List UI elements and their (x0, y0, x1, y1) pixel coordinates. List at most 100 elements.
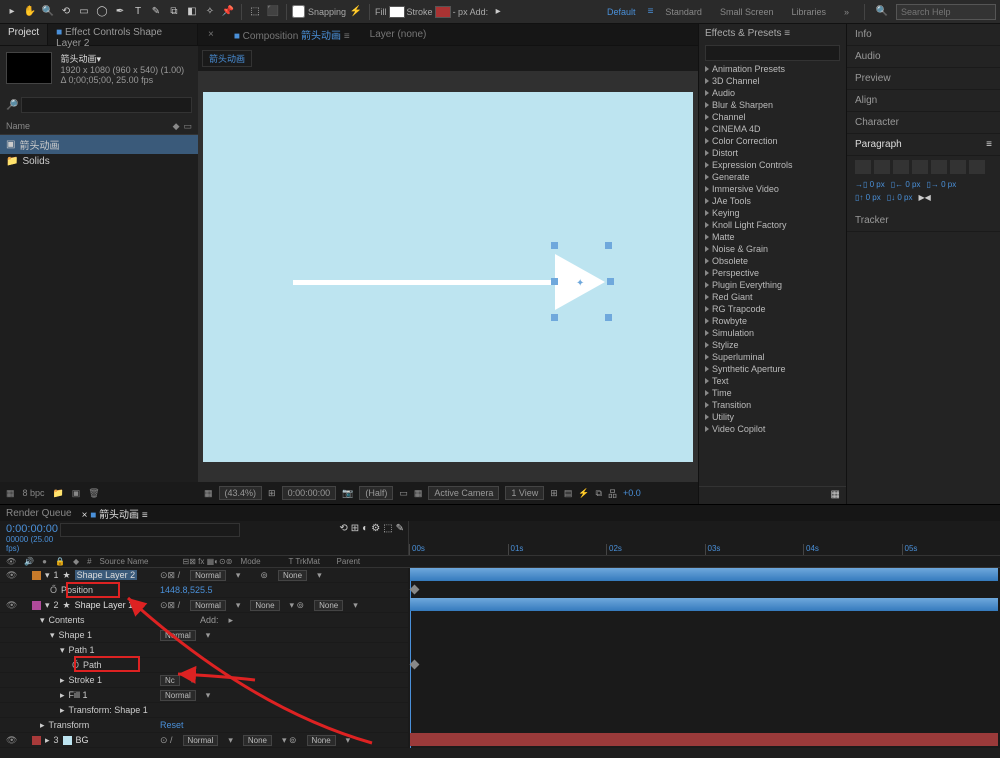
effects-category[interactable]: Immersive Video (699, 183, 846, 195)
path1-row[interactable]: ▾ Path 1 (0, 643, 408, 658)
panel-tracker[interactable]: Tracker (847, 210, 1000, 232)
shape1-row[interactable]: ▾ Shape 1 Normal▾ (0, 628, 408, 643)
orbit-tool-icon[interactable]: ⟲ (58, 4, 74, 20)
effects-category[interactable]: 3D Channel (699, 75, 846, 87)
fill1-row[interactable]: ▸ Fill 1 Normal▾ (0, 688, 408, 703)
col-source[interactable]: Source Name (100, 557, 175, 566)
comp-thumbnail[interactable] (6, 52, 52, 84)
effects-category[interactable]: Time (699, 387, 846, 399)
comp-breadcrumb[interactable]: 箭头动画 (202, 50, 252, 67)
align-center-icon[interactable] (874, 160, 890, 174)
interpret-icon[interactable]: ▦ (6, 488, 15, 499)
prop-position-row[interactable]: Ő Position 1448.8,525.5 (0, 583, 408, 598)
effects-category[interactable]: Obsolete (699, 255, 846, 267)
align-right-icon[interactable] (893, 160, 909, 174)
workspace-more[interactable]: » (838, 5, 855, 19)
transparency-icon[interactable]: ▦ (414, 488, 423, 499)
effects-category[interactable]: Red Giant (699, 291, 846, 303)
tl-tool-6[interactable]: ✎ (396, 523, 404, 534)
timeline-icon[interactable]: ⧉ (596, 488, 602, 499)
position-value[interactable]: 1448.8,525.5 (160, 585, 213, 595)
view-layout-icon[interactable]: ⊞ (550, 488, 558, 499)
panel-info[interactable]: Info (847, 24, 1000, 46)
effects-category[interactable]: Animation Presets (699, 63, 846, 75)
layer-bar-2[interactable] (410, 598, 998, 611)
col-eye-icon[interactable]: 👁 (6, 557, 16, 566)
effects-category[interactable]: Generate (699, 171, 846, 183)
bpc-button[interactable]: 8 bpc (23, 488, 45, 498)
effects-category[interactable]: Color Correction (699, 135, 846, 147)
snapping-checkbox[interactable]: Snapping (292, 5, 346, 18)
layer-bar-3[interactable] (410, 733, 998, 746)
effects-category[interactable]: CINEMA 4D (699, 123, 846, 135)
timeline-graph[interactable] (408, 568, 1000, 748)
col-trkmat[interactable]: T TrkMat (289, 557, 329, 566)
axis-local-icon[interactable]: ⬚ (247, 4, 263, 20)
tab-fx[interactable]: × (202, 27, 220, 42)
tab-composition-label[interactable]: ■ Composition 箭头动画 ≡ (228, 25, 356, 44)
panel-character[interactable]: Character (847, 112, 1000, 134)
keyframe-position[interactable] (410, 585, 420, 595)
tl-tool-1[interactable]: ⟲ (339, 523, 347, 534)
camera-dropdown[interactable]: Active Camera (428, 486, 499, 500)
handle-tl[interactable] (551, 242, 558, 249)
time-ruler[interactable]: 00s01s02s03s04s05s (408, 521, 1000, 555)
composition-canvas[interactable]: ✦ (203, 92, 693, 462)
text-direction-icon[interactable]: ▶◀ (919, 193, 931, 202)
handle-ml[interactable] (551, 278, 558, 285)
tab-render-queue[interactable]: Render Queue (6, 508, 72, 519)
effects-category[interactable]: Utility (699, 411, 846, 423)
col-lock-icon[interactable]: 🔒 (55, 557, 65, 566)
timecode-display[interactable]: 0:00:00:00 (282, 486, 337, 500)
playhead[interactable] (410, 568, 411, 748)
snap-option-icon[interactable]: ⚡ (348, 4, 364, 20)
effects-category[interactable]: Simulation (699, 327, 846, 339)
transform-row[interactable]: ▸ Transform Reset (0, 718, 408, 733)
effects-category[interactable]: Noise & Grain (699, 243, 846, 255)
col-name[interactable]: Name (6, 121, 30, 132)
add-menu-icon[interactable]: ▸ (490, 4, 506, 20)
roto-tool-icon[interactable]: ✧ (202, 4, 218, 20)
add-label[interactable]: Add: (470, 7, 489, 17)
col-audio-icon[interactable]: 🔊 (24, 557, 34, 566)
viewer[interactable]: ✦ (198, 71, 698, 482)
effects-category[interactable]: JAe Tools (699, 195, 846, 207)
effects-category[interactable]: Keying (699, 207, 846, 219)
effects-category[interactable]: Blur & Sharpen (699, 99, 846, 111)
panel-paragraph[interactable]: Paragraph≡ (847, 134, 1000, 156)
aspect-icon[interactable]: ⊞ (268, 488, 276, 499)
panel-align[interactable]: Align (847, 90, 1000, 112)
tab-timeline-comp[interactable]: × ■ 箭头动画 ≡ (82, 506, 148, 521)
workspace-default[interactable]: Default (601, 5, 642, 19)
space-after[interactable]: ▯↓ 0 px (887, 193, 913, 202)
timeline-search-input[interactable] (60, 523, 240, 537)
effects-category[interactable]: Audio (699, 87, 846, 99)
effects-category[interactable]: Transition (699, 399, 846, 411)
justify-center-icon[interactable] (931, 160, 947, 174)
effects-category[interactable]: Text (699, 375, 846, 387)
align-left-icon[interactable] (855, 160, 871, 174)
col-icon2[interactable]: ▭ (183, 121, 192, 132)
tl-tool-3[interactable]: ◐ (362, 523, 368, 534)
contents-row[interactable]: ▾ Contents Add: ▸ (0, 613, 408, 628)
stroke-swatch[interactable] (435, 6, 451, 18)
tab-effect-controls[interactable]: ■ Effect Controls Shape Layer 2 (48, 24, 198, 45)
indent-left[interactable]: →▯ 0 px (855, 180, 885, 189)
handle-bl[interactable] (551, 314, 558, 321)
effects-category[interactable]: RG Trapcode (699, 303, 846, 315)
prop-path-row[interactable]: Ő Path (0, 658, 408, 673)
fast-preview-icon[interactable]: ⚡ (578, 488, 589, 499)
effects-category[interactable]: Expression Controls (699, 159, 846, 171)
pixel-aspect-icon[interactable]: ▤ (564, 488, 573, 499)
panel-audio[interactable]: Audio (847, 46, 1000, 68)
fill-swatch[interactable] (389, 6, 405, 18)
indent-right[interactable]: ▯→ 0 px (927, 180, 957, 189)
project-item-folder[interactable]: 📁 Solids (0, 154, 198, 169)
effects-category[interactable]: Superluminal (699, 351, 846, 363)
zoom-tool-icon[interactable]: 🔍 (40, 4, 56, 20)
handle-tr[interactable] (605, 242, 612, 249)
clone-tool-icon[interactable]: ⧉ (166, 4, 182, 20)
rectangle-tool-icon[interactable]: ▭ (76, 4, 92, 20)
tab-project[interactable]: Project (0, 24, 48, 45)
stopwatch-icon[interactable]: Ő (72, 660, 79, 670)
